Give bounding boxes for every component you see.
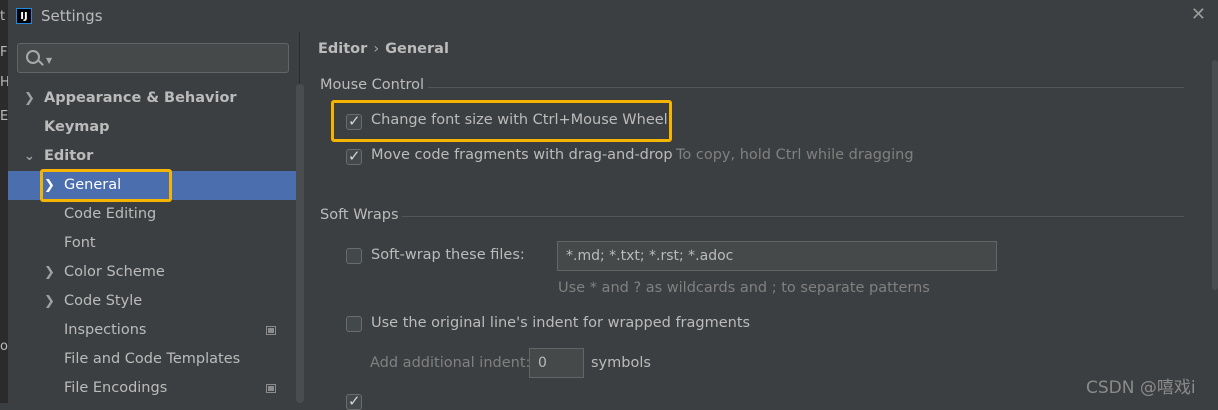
sidebar-item-color-scheme[interactable]: ❯ Color Scheme [8, 258, 298, 287]
sidebar-item-file-encodings[interactable]: File Encodings [8, 374, 298, 403]
soft-wrap-files-label[interactable]: Soft-wrap these files: [371, 247, 525, 263]
settings-sidebar: ▼ ❯ Appearance & Behavior Keymap ⌄ Edito… [8, 32, 304, 403]
strip-glyph: E [0, 109, 9, 124]
search-input[interactable]: ▼ [17, 43, 289, 73]
additional-indent-label: Add additional indent: [370, 355, 531, 371]
partial-row-checkbox[interactable] [346, 392, 362, 410]
window-title: Settings [41, 7, 103, 25]
original-indent-label[interactable]: Use the original line's indent for wrapp… [371, 315, 750, 331]
breadcrumb: Editor › General [318, 41, 449, 57]
strip-glyph: F [0, 45, 8, 60]
sidebar-item-appearance-behavior[interactable]: ❯ Appearance & Behavior [8, 84, 298, 113]
soft-wrap-files-input[interactable]: *.md; *.txt; *.rst; *.adoc [557, 241, 997, 271]
drag-drop-label[interactable]: Move code fragments with drag-and-drop [371, 147, 673, 163]
sidebar-item-code-editing[interactable]: Code Editing [8, 200, 298, 229]
section-title-mouse-control: Mouse Control [320, 77, 425, 93]
watermark: CSDN @嘻戏i [1086, 378, 1196, 398]
additional-indent-unit: symbols [591, 355, 651, 371]
sidebar-item-label: Font [64, 235, 96, 251]
background-window-strip: t F H E o [0, 0, 10, 403]
additional-indent-input[interactable]: 0 [529, 348, 584, 378]
sidebar-item-font[interactable]: Font [8, 229, 298, 258]
strip-glyph: o [0, 339, 8, 354]
drag-drop-checkbox[interactable] [346, 147, 362, 165]
sidebar-item-file-code-templates[interactable]: File and Code Templates [8, 345, 298, 374]
breadcrumb-separator: › [373, 41, 380, 57]
app-icon: IJ [16, 8, 32, 24]
sidebar-item-code-style[interactable]: ❯ Code Style [8, 287, 298, 316]
sidebar-item-general[interactable]: ❯ General [8, 171, 298, 200]
title-bar: IJ Settings ✕ [8, 0, 1218, 32]
sidebar-item-label: Appearance & Behavior [44, 90, 237, 106]
section-title-soft-wraps: Soft Wraps [320, 207, 399, 223]
section-divider [428, 87, 1184, 88]
sidebar-item-keymap[interactable]: Keymap [8, 113, 298, 142]
sidebar-item-label: Editor [44, 148, 94, 164]
project-scope-icon [266, 326, 276, 335]
chevron-right-icon: ❯ [24, 91, 35, 106]
chevron-right-icon: ❯ [44, 294, 55, 309]
drag-drop-hint: To copy, hold Ctrl while dragging [676, 147, 914, 163]
sidebar-item-label: Inspections [64, 322, 147, 338]
section-divider [402, 216, 1184, 217]
strip-glyph: t [0, 9, 6, 24]
sidebar-item-label: File and Code Templates [64, 351, 241, 367]
pattern-hint: Use * and ? as wildcards and ; to separa… [558, 280, 930, 296]
breadcrumb-current: General [385, 41, 449, 57]
original-indent-checkbox[interactable] [346, 316, 362, 332]
soft-wrap-files-checkbox[interactable] [346, 248, 362, 264]
chevron-down-icon: ▼ [46, 56, 53, 65]
chevron-right-icon: ❯ [44, 178, 55, 193]
sidebar-item-label: File Encodings [64, 380, 168, 396]
sidebar-item-label: General [64, 177, 122, 193]
content-scrollbar[interactable] [1212, 60, 1218, 290]
search-icon [26, 50, 40, 64]
sidebar-item-inspections[interactable]: Inspections [8, 316, 298, 345]
close-icon[interactable]: ✕ [1191, 4, 1206, 25]
breadcrumb-parent[interactable]: Editor [318, 41, 367, 57]
sidebar-item-label: Color Scheme [64, 264, 165, 280]
sidebar-item-editor[interactable]: ⌄ Editor [8, 142, 298, 171]
chevron-down-icon: ⌄ [24, 149, 35, 164]
sidebar-item-label: Code Editing [64, 206, 157, 222]
project-scope-icon [266, 384, 276, 393]
ctrl-wheel-label[interactable]: Change font size with Ctrl+Mouse Wheel [371, 112, 668, 128]
settings-content: Editor › General Mouse Control Change font… [300, 32, 1218, 410]
chevron-right-icon: ❯ [44, 265, 55, 280]
sidebar-item-label: Keymap [44, 119, 110, 135]
ctrl-wheel-checkbox[interactable] [346, 112, 362, 130]
sidebar-item-label: Code Style [64, 293, 143, 309]
